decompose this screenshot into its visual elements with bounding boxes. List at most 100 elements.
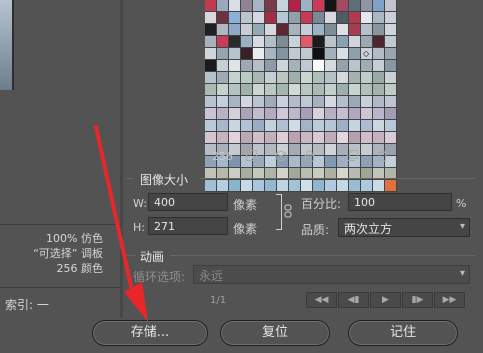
color-swatch[interactable] [241, 24, 253, 36]
color-swatch[interactable] [325, 36, 337, 48]
color-swatch[interactable]: ◇ [361, 48, 373, 60]
color-swatch[interactable] [325, 132, 337, 144]
color-swatch[interactable] [217, 24, 229, 36]
next-frame-button[interactable]: ▮▶ [402, 292, 433, 308]
color-swatch[interactable] [313, 0, 325, 12]
color-swatch[interactable] [301, 72, 313, 84]
color-swatch[interactable] [349, 96, 361, 108]
color-swatch[interactable] [337, 108, 349, 120]
color-swatch[interactable] [217, 60, 229, 72]
save-button[interactable]: 存储... [92, 320, 208, 346]
color-swatch[interactable] [385, 132, 397, 144]
web-snap-icon[interactable] [245, 150, 257, 162]
color-swatch[interactable] [361, 60, 373, 72]
color-swatch[interactable] [301, 24, 313, 36]
color-swatch[interactable] [337, 36, 349, 48]
color-swatch[interactable] [361, 180, 373, 192]
color-swatch[interactable] [337, 96, 349, 108]
color-swatch[interactable] [289, 84, 301, 96]
color-swatch[interactable] [373, 36, 385, 48]
color-swatch[interactable] [277, 120, 289, 132]
color-swatch[interactable] [301, 108, 313, 120]
color-swatch[interactable] [265, 96, 277, 108]
color-swatch[interactable] [205, 180, 217, 192]
color-swatch[interactable] [229, 0, 241, 12]
color-swatch[interactable] [313, 12, 325, 24]
color-swatch[interactable] [361, 12, 373, 24]
color-swatch[interactable] [361, 84, 373, 96]
color-swatch[interactable] [289, 108, 301, 120]
color-swatch[interactable] [265, 12, 277, 24]
color-swatch[interactable] [205, 0, 217, 12]
color-swatch[interactable] [337, 12, 349, 24]
color-swatch[interactable] [277, 72, 289, 84]
color-swatch[interactable] [217, 48, 229, 60]
color-swatch[interactable] [313, 36, 325, 48]
color-swatch[interactable] [289, 96, 301, 108]
color-swatch[interactable] [205, 120, 217, 132]
color-swatch[interactable] [385, 60, 397, 72]
previous-frame-button[interactable]: ◀▮ [338, 292, 369, 308]
color-swatch[interactable] [253, 96, 265, 108]
color-swatch[interactable] [361, 36, 373, 48]
color-swatch[interactable] [349, 36, 361, 48]
color-swatch[interactable] [289, 132, 301, 144]
color-swatch[interactable] [265, 36, 277, 48]
color-swatch[interactable] [229, 60, 241, 72]
color-swatch[interactable] [265, 132, 277, 144]
color-swatch[interactable] [241, 60, 253, 72]
color-swatch[interactable] [289, 24, 301, 36]
color-swatch[interactable] [277, 84, 289, 96]
color-swatch[interactable] [217, 0, 229, 12]
color-swatch[interactable] [277, 36, 289, 48]
color-swatch[interactable] [301, 132, 313, 144]
color-swatch[interactable] [289, 12, 301, 24]
color-swatch[interactable] [277, 180, 289, 192]
color-swatch[interactable] [337, 132, 349, 144]
color-swatch[interactable] [253, 36, 265, 48]
color-swatch[interactable] [253, 180, 265, 192]
color-swatch[interactable] [373, 72, 385, 84]
color-swatch[interactable] [265, 120, 277, 132]
color-swatch[interactable] [385, 0, 397, 12]
color-swatch[interactable] [385, 96, 397, 108]
color-swatch[interactable] [337, 120, 349, 132]
color-swatch[interactable] [349, 72, 361, 84]
color-swatch[interactable] [385, 12, 397, 24]
color-swatch[interactable] [361, 72, 373, 84]
lock-icon[interactable] [303, 150, 315, 162]
color-swatch[interactable] [205, 48, 217, 60]
color-swatch[interactable] [349, 180, 361, 192]
color-swatch[interactable] [337, 48, 349, 60]
color-swatch[interactable] [229, 132, 241, 144]
color-swatch[interactable] [265, 0, 277, 12]
color-swatch[interactable] [205, 84, 217, 96]
color-swatch[interactable] [325, 96, 337, 108]
color-swatch[interactable] [301, 120, 313, 132]
color-swatch[interactable] [229, 120, 241, 132]
color-swatch[interactable] [349, 0, 361, 12]
color-swatch[interactable] [361, 132, 373, 144]
cube-icon[interactable] [275, 150, 287, 162]
color-swatch[interactable] [301, 60, 313, 72]
remember-button[interactable]: 记住 [348, 320, 458, 346]
color-swatch[interactable] [229, 108, 241, 120]
color-swatch[interactable] [385, 108, 397, 120]
color-swatch[interactable] [229, 36, 241, 48]
color-swatch[interactable] [265, 60, 277, 72]
loop-select[interactable]: 永远 ▾ [193, 265, 470, 284]
color-swatch[interactable] [241, 72, 253, 84]
color-swatch[interactable] [265, 84, 277, 96]
color-swatch[interactable] [241, 12, 253, 24]
color-swatch[interactable] [313, 24, 325, 36]
color-swatch[interactable] [325, 0, 337, 12]
color-swatch[interactable] [265, 72, 277, 84]
color-swatch[interactable] [253, 12, 265, 24]
color-swatch[interactable] [337, 84, 349, 96]
color-swatch[interactable] [313, 180, 325, 192]
color-swatch[interactable] [373, 120, 385, 132]
color-swatch[interactable] [361, 0, 373, 12]
color-swatch[interactable] [325, 60, 337, 72]
color-swatch[interactable] [229, 96, 241, 108]
color-swatch[interactable] [313, 120, 325, 132]
